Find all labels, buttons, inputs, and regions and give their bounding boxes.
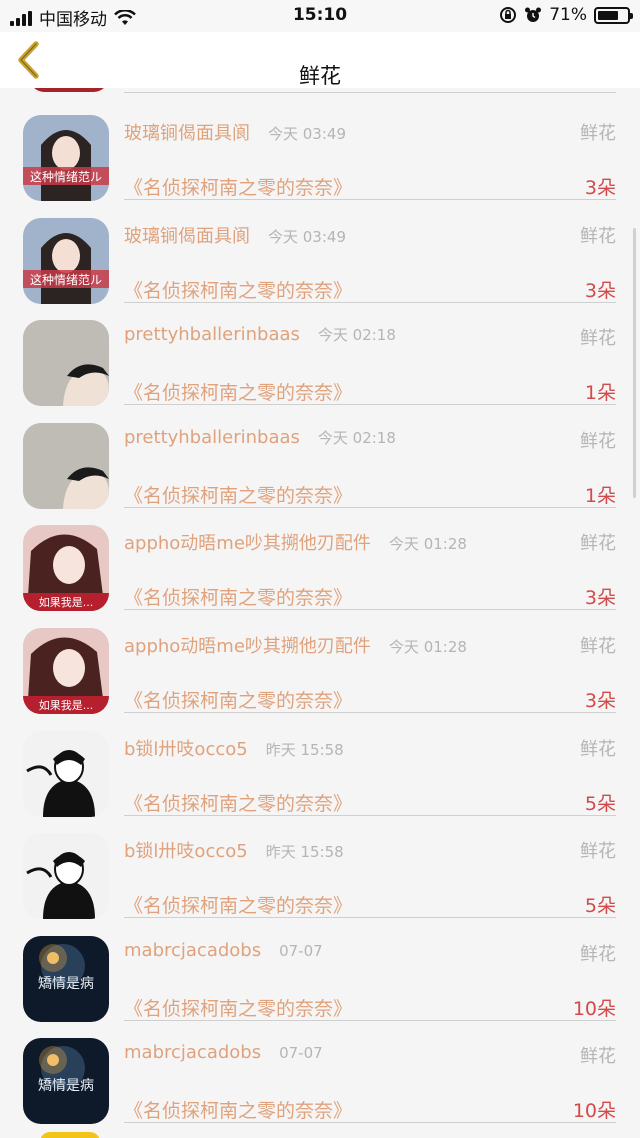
gift-time: 昨天 15:58 (265, 740, 344, 759)
status-right: 71% (499, 5, 633, 25)
status-bar: 中国移动 15:10 71% (0, 0, 640, 32)
user-name: b锁l卅吱occo5 昨天 15:58 (124, 738, 344, 760)
flower-count: 10朵 (572, 1100, 616, 1123)
avatar[interactable]: 矯情是病 (23, 935, 109, 1022)
alarm-icon (525, 7, 542, 22)
list-item[interactable]: 如果我是... appho动晤me吵其搠他刃配件 今天 01:28 鲜花 《名侦探… (0, 606, 640, 714)
battery-icon (594, 6, 633, 24)
gift-time: 07-07 (279, 1044, 323, 1063)
svg-text:这种情绪范ル: 这种情绪范ル (30, 272, 102, 287)
avatar[interactable] (23, 730, 109, 817)
gift-time: 今天 01:28 (388, 638, 467, 656)
avatar[interactable] (23, 833, 109, 920)
gift-type: 鲜花 (580, 328, 616, 350)
gift-type: 鲜花 (580, 533, 616, 555)
avatar[interactable] (23, 422, 109, 509)
gift-type: 鲜花 (580, 636, 616, 657)
gift-time: 07-07 (279, 941, 323, 960)
list-item[interactable]: b锁l卅吱occo5 昨天 15:58 鲜花 《名侦探柯南之零的奈奈》 5朵 (0, 811, 640, 920)
svg-text:矯情是病: 矯情是病 (38, 976, 94, 992)
gift-type: 鲜花 (580, 225, 616, 247)
gift-time: 今天 03:49 (268, 125, 346, 143)
list-item[interactable]: 这种情绪范ル 玻璃锏偈面具阆 今天 03:49 鲜花 《名侦探柯南之零的奈奈》 3… (0, 93, 640, 201)
page-title: 鲜花 (299, 64, 341, 88)
gift-time: 今天 01:28 (388, 535, 467, 554)
partial-avatar (40, 1132, 100, 1138)
user-name: mabrcjacadobs 07-07 (124, 939, 323, 961)
orientation-lock-icon (500, 7, 517, 23)
gift-time: 今天 02:18 (317, 326, 396, 345)
flower-record-list[interactable]: 这种情绪范ル 玻璃锏偈面具阆 今天 03:49 鲜花 《名侦探柯南之零的奈奈》 3… (0, 88, 640, 1138)
list-item[interactable]: prettyhballerinbaas 今天 02:18 鲜花 《名侦探柯南之零的… (0, 401, 640, 509)
list-item[interactable]: 矯情是病 mabrcjacadobs 07-07 鲜花 《名侦探柯南之零的奈奈》 … (0, 914, 640, 1022)
gift-time: 今天 03:49 (268, 227, 346, 246)
avatar[interactable] (23, 320, 109, 407)
list-item[interactable]: prettyhballerinbaas 今天 02:18 鲜花 《名侦探柯南之零的… (0, 298, 640, 407)
svg-text:矯情是病: 矯情是病 (38, 1078, 94, 1094)
list-item[interactable]: b锁l卅吱occo5 昨天 15:58 鲜花 《名侦探柯南之零的奈奈》 5朵 (0, 709, 640, 817)
avatar[interactable]: 如果我是... (23, 525, 109, 612)
list-item[interactable]: 如果我是... appho动晤me吵其搠他刃配件 今天 01:28 鲜花 《名侦探… (0, 503, 640, 612)
gift-time: 昨天 15:58 (265, 843, 344, 862)
user-name: prettyhballerinbaas 今天 02:18 (124, 426, 396, 448)
avatar[interactable]: 如果我是... (23, 628, 109, 714)
user-name: prettyhballerinbaas 今天 02:18 (124, 324, 396, 346)
battery-percent: 71% (549, 5, 587, 25)
gift-type: 鲜花 (580, 943, 616, 965)
nav-bar: 鲜花 (0, 32, 640, 88)
list-item[interactable]: 这种情绪范ル 玻璃锏偈面具阆 今天 03:49 鲜花 《名侦探柯南之零的奈奈》 3… (0, 196, 640, 304)
user-name: appho动晤me吵其搠他刃配件 今天 01:28 (124, 636, 467, 657)
row-divider (124, 1122, 616, 1124)
user-name: mabrcjacadobs 07-07 (124, 1042, 323, 1064)
gift-time: 今天 02:18 (317, 428, 396, 447)
gift-type: 鲜花 (580, 841, 616, 863)
svg-text:这种情绪范ル: 这种情绪范ル (30, 169, 102, 184)
gift-type: 鲜花 (580, 1046, 616, 1068)
book-title[interactable]: 《名侦探柯南之零的奈奈》 (124, 1096, 352, 1123)
user-name: appho动晤me吵其搠他刃配件 今天 01:28 (124, 533, 467, 555)
avatar[interactable]: 这种情绪范ル (23, 217, 109, 304)
user-name: b锁l卅吱occo5 昨天 15:58 (124, 841, 344, 863)
gift-type: 鲜花 (580, 123, 616, 144)
gift-type: 鲜花 (580, 430, 616, 452)
list-item[interactable]: 矯情是病 mabrcjacadobs 07-07 鲜花 《名侦探柯南之零的奈奈》 … (0, 1016, 640, 1125)
avatar[interactable]: 这种情绪范ル (23, 115, 109, 201)
user-name: 玻璃锏偈面具阆 今天 03:49 (124, 225, 346, 247)
scrollbar[interactable] (633, 228, 636, 498)
gift-type: 鲜花 (580, 738, 616, 760)
user-name: 玻璃锏偈面具阆 今天 03:49 (124, 123, 346, 144)
avatar[interactable]: 矯情是病 (23, 1038, 109, 1125)
